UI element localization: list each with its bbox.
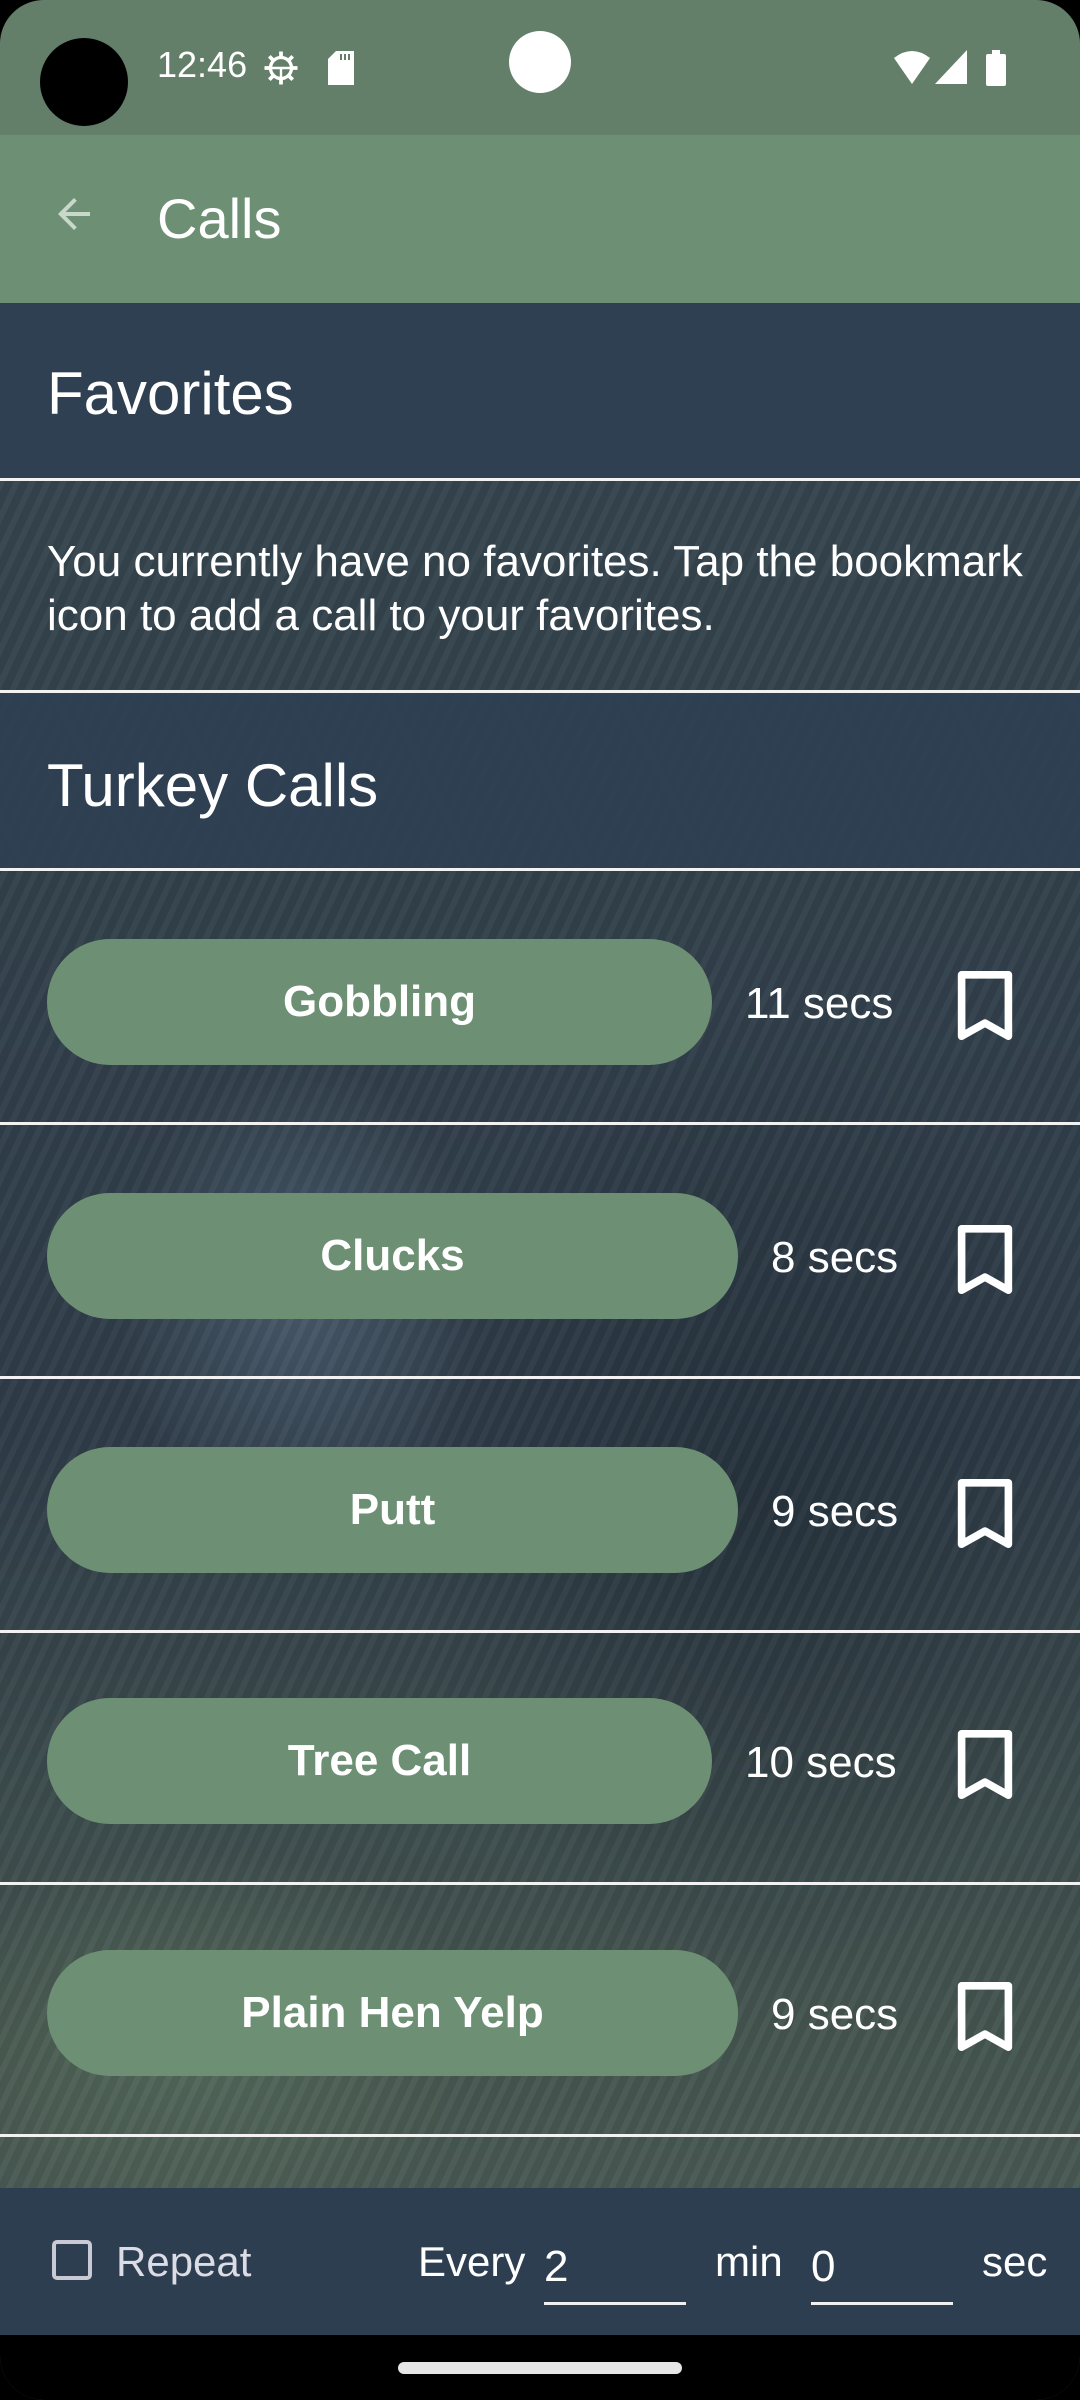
cell-signal-icon [935,50,967,84]
back-button[interactable] [36,176,112,252]
repeat-checkbox[interactable] [52,2240,92,2280]
play-call-button[interactable]: Gobbling [47,939,712,1065]
min-label: min [715,2238,783,2285]
call-row: Putt 9 secs [0,1379,1080,1629]
bookmark-icon[interactable] [955,1477,1015,1553]
play-call-button[interactable]: Plain Hen Yelp [47,1950,738,2076]
play-call-button[interactable]: Tree Call [47,1698,712,1824]
turkey-calls-header: Turkey Calls [0,693,1080,868]
bookmark-icon[interactable] [955,1980,1015,2056]
status-bar: 12:46 [0,0,1080,135]
front-camera [40,38,128,126]
bookmark-icon[interactable] [955,969,1015,1045]
seconds-input[interactable] [811,2232,953,2305]
call-duration: 9 secs [771,1487,899,1536]
battery-icon [986,50,1006,86]
favorites-header: Favorites [0,303,1080,478]
divider [0,478,1080,481]
play-call-button[interactable]: Clucks [47,1193,738,1319]
call-duration: 11 secs [745,979,894,1028]
settings-gear-icon [264,51,298,85]
sec-label: sec [982,2238,1048,2285]
wifi-icon [894,51,930,84]
call-duration: 9 secs [771,1990,899,2039]
bookmark-icon[interactable] [955,1223,1015,1299]
play-call-button[interactable]: Putt [47,1447,738,1573]
arrow-left-icon [58,198,90,230]
call-row: Plain Hen Yelp 9 secs [0,1882,1080,2132]
home-gesture-handle[interactable] [398,2362,682,2374]
minutes-input[interactable] [544,2232,686,2305]
favorites-empty-message: You currently have no favorites. Tap the… [47,537,1023,640]
call-row: Gobbling 11 secs [0,871,1080,1121]
call-duration: 8 secs [771,1233,899,1282]
divider [0,2134,1080,2137]
bookmark-icon[interactable] [955,1728,1015,1804]
sd-card-icon [328,51,354,85]
every-label: Every [418,2238,526,2285]
turkey-calls-title: Turkey Calls [47,752,379,819]
favorites-title: Favorites [47,360,294,427]
camera-cutout [509,31,571,93]
screen: 12:46 Calls Favorites You currently have… [0,0,1080,2400]
page-title: Calls [157,187,282,250]
repeat-label[interactable]: Repeat [116,2238,251,2286]
call-duration: 10 secs [745,1738,897,1787]
call-row: Clucks 8 secs [0,1125,1080,1375]
status-time: 12:46 [157,44,248,85]
call-row: Tree Call 10 secs [0,1630,1080,1880]
